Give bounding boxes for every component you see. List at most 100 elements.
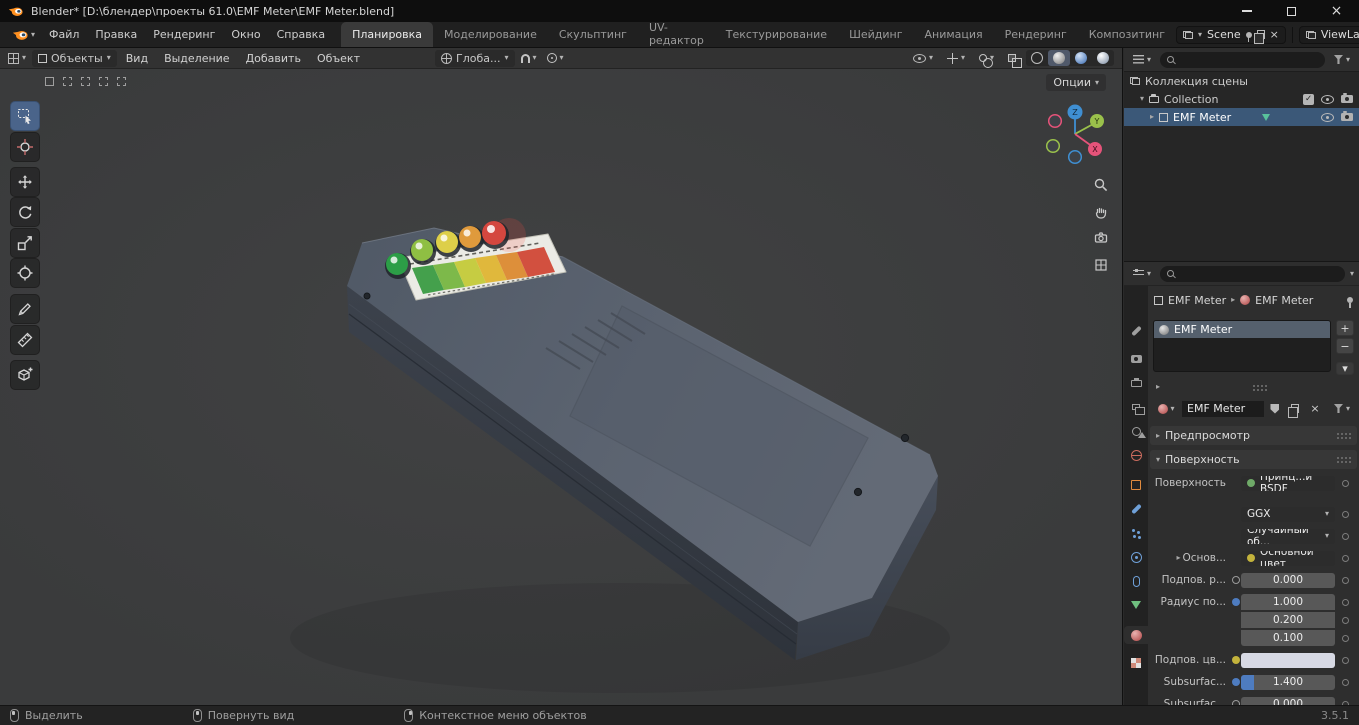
disclosure-triangle-icon[interactable]: ▸ xyxy=(1150,113,1154,121)
tab-render[interactable] xyxy=(1127,350,1145,368)
object-visibility-dropdown[interactable]: ▾ xyxy=(909,52,937,65)
tab-texture[interactable] xyxy=(1127,654,1145,672)
viewport-options-button[interactable]: Опции ▾ xyxy=(1046,74,1106,91)
emf-meter-object[interactable] xyxy=(290,218,950,693)
tool-select-box[interactable] xyxy=(10,101,40,131)
proportional-edit-toggle[interactable]: ▾ xyxy=(543,51,568,65)
surface-shader-button[interactable]: Принц...й BSDF xyxy=(1241,475,1335,491)
decorator-dot[interactable] xyxy=(1342,616,1349,624)
workspace-tab-uv[interactable]: UV-редактор xyxy=(638,21,715,47)
camera-icon[interactable] xyxy=(1341,110,1353,121)
material-filter-button[interactable]: ▾ xyxy=(1330,402,1354,415)
select-mode-set[interactable] xyxy=(42,74,57,89)
shading-solid-button[interactable] xyxy=(1048,50,1070,66)
radius-value-1[interactable]: 0.200 xyxy=(1241,612,1335,628)
outliner-editor-type-button[interactable]: ▾ xyxy=(1129,53,1155,66)
tab-physics[interactable] xyxy=(1127,548,1145,566)
shading-material-button[interactable] xyxy=(1070,50,1092,66)
mode-dropdown[interactable]: Объекты ▾ xyxy=(32,49,117,67)
blender-app-menu[interactable]: ▾ xyxy=(6,28,41,41)
sss-method-dropdown[interactable]: Случайный об... ▾ xyxy=(1241,528,1335,544)
browse-material-button[interactable]: ▾ xyxy=(1153,400,1180,417)
decorator-dot[interactable] xyxy=(1342,532,1349,540)
outliner-row-scene-collection[interactable]: Коллекция сцены xyxy=(1124,72,1359,90)
tab-constraints[interactable] xyxy=(1127,572,1145,590)
tab-output[interactable] xyxy=(1127,374,1145,392)
menu-help[interactable]: Справка xyxy=(269,28,333,41)
tool-transform[interactable] xyxy=(10,258,40,288)
eye-icon[interactable] xyxy=(1321,112,1334,122)
decorator-dot[interactable] xyxy=(1342,678,1349,686)
gizmos-dropdown[interactable]: ▾ xyxy=(943,51,969,66)
outliner-search-input[interactable] xyxy=(1160,51,1325,68)
tab-scene[interactable] xyxy=(1127,422,1146,440)
maximize-button[interactable] xyxy=(1269,0,1314,22)
outliner-row-collection[interactable]: ▾ Collection ✓ xyxy=(1124,90,1359,108)
zoom-button[interactable] xyxy=(1090,174,1112,196)
decorator-dot[interactable] xyxy=(1342,634,1349,642)
chevron-down-icon[interactable]: ▾ xyxy=(1350,269,1354,278)
properties-editor-type-button[interactable]: ▾ xyxy=(1129,267,1155,280)
duplicate-icon[interactable] xyxy=(1253,30,1265,44)
decorator-dot[interactable] xyxy=(1342,510,1349,518)
pin-icon[interactable] xyxy=(1347,297,1353,308)
tool-scale[interactable] xyxy=(10,228,40,258)
workspace-tab-animation[interactable]: Анимация xyxy=(913,22,993,47)
tool-move[interactable] xyxy=(10,167,40,197)
tool-measure[interactable] xyxy=(10,325,40,355)
properties-search-input[interactable] xyxy=(1160,265,1345,282)
panel-grip[interactable] xyxy=(1336,456,1351,463)
decorator-dot[interactable] xyxy=(1342,656,1349,664)
tool-cursor[interactable] xyxy=(10,132,40,162)
tab-world[interactable] xyxy=(1127,446,1145,464)
panel-preview[interactable]: ▸ Предпросмотр xyxy=(1150,426,1357,445)
outliner-row-emf-meter[interactable]: ▸ EMF Meter xyxy=(1124,108,1359,126)
select-mode-intersect[interactable] xyxy=(114,74,129,89)
tab-material[interactable] xyxy=(1124,626,1148,644)
tab-object[interactable] xyxy=(1127,476,1145,494)
axis-neg-x-handle[interactable] xyxy=(1047,113,1063,129)
material-name-field[interactable]: EMF Meter xyxy=(1182,400,1264,417)
workspace-tab-rendering[interactable]: Рендеринг xyxy=(994,22,1078,47)
workspace-tab-modeling[interactable]: Моделирование xyxy=(433,22,548,47)
3d-viewport-canvas[interactable] xyxy=(0,48,1123,705)
tab-view-layer[interactable] xyxy=(1127,398,1146,416)
breadcrumb-material[interactable]: EMF Meter xyxy=(1255,294,1313,307)
view-layer-selector[interactable]: ViewLayer × xyxy=(1298,25,1359,44)
material-slot-row[interactable]: EMF Meter xyxy=(1154,321,1330,338)
tab-tool[interactable] xyxy=(1127,322,1145,340)
material-slot-list[interactable]: EMF Meter xyxy=(1153,320,1331,372)
distribution-dropdown[interactable]: GGX ▾ xyxy=(1241,506,1335,522)
breadcrumb-object[interactable]: EMF Meter xyxy=(1168,294,1226,307)
menu-window[interactable]: Окно xyxy=(223,28,268,41)
close-button[interactable]: × xyxy=(1314,0,1359,22)
outliner-filter-button[interactable]: ▾ xyxy=(1330,53,1354,66)
menu-add[interactable]: Добавить xyxy=(239,52,308,65)
select-mode-extend[interactable] xyxy=(60,74,75,89)
decorator-dot[interactable] xyxy=(1342,576,1349,584)
menu-view[interactable]: Вид xyxy=(119,52,155,65)
tool-rotate[interactable] xyxy=(10,197,40,227)
decorator-dot[interactable] xyxy=(1342,598,1349,606)
chevron-right-icon[interactable]: ▸ xyxy=(1156,383,1160,391)
camera-view-button[interactable] xyxy=(1090,227,1112,249)
radius-value-2[interactable]: 0.100 xyxy=(1241,630,1335,646)
navigation-gizmo[interactable]: Z Y X xyxy=(1044,101,1110,167)
unlink-material-button[interactable]: × xyxy=(1305,400,1324,417)
menu-file[interactable]: Файл xyxy=(41,28,87,41)
subsurface-anisotropy-field[interactable]: 0.000 xyxy=(1241,696,1335,705)
panel-grip[interactable] xyxy=(1336,432,1351,439)
unlink-icon[interactable]: × xyxy=(1270,28,1279,41)
base-color-link-button[interactable]: Основной цвет xyxy=(1241,550,1335,566)
add-slot-button[interactable]: + xyxy=(1336,320,1354,336)
chevron-right-icon[interactable]: ▸ xyxy=(1176,554,1180,562)
workspace-tab-texture-paint[interactable]: Текстурирование xyxy=(715,22,838,47)
shading-wireframe-button[interactable] xyxy=(1026,50,1048,66)
tab-particles[interactable] xyxy=(1127,524,1145,542)
snap-toggle[interactable]: ▾ xyxy=(517,52,541,65)
menu-render[interactable]: Рендеринг xyxy=(145,28,223,41)
transform-orientation-dropdown[interactable]: Глоба... ▾ xyxy=(435,49,515,67)
panel-surface[interactable]: ▾ Поверхность xyxy=(1150,450,1357,469)
radius-value-0[interactable]: 1.000 xyxy=(1241,594,1335,610)
tab-object-data[interactable] xyxy=(1127,596,1145,614)
